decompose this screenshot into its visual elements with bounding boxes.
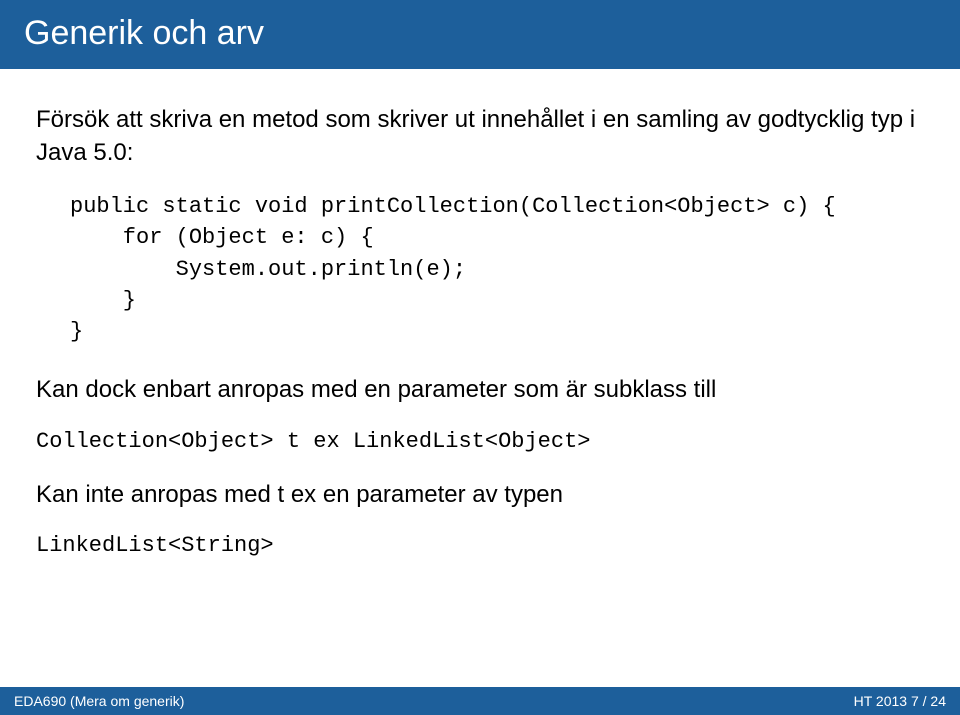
- slide-title-bar: Generik och arv: [0, 0, 960, 69]
- code-inline-1: Collection<Object> t ex LinkedList<Objec…: [36, 427, 924, 458]
- slide-footer: EDA690 (Mera om generik) HT 2013 7 / 24: [0, 687, 960, 715]
- footer-right: HT 2013 7 / 24: [854, 693, 946, 709]
- slide-content: Försök att skriva en metod som skriver u…: [0, 69, 960, 562]
- paragraph-2: Kan inte anropas med t ex en parameter a…: [36, 478, 924, 512]
- paragraph-1: Kan dock enbart anropas med en parameter…: [36, 373, 924, 407]
- footer-left: EDA690 (Mera om generik): [14, 693, 184, 709]
- code-inline-2: LinkedList<String>: [36, 531, 924, 562]
- slide-title: Generik och arv: [24, 14, 264, 52]
- code-block: public static void printCollection(Colle…: [70, 191, 924, 347]
- intro-paragraph: Försök att skriva en metod som skriver u…: [36, 103, 924, 169]
